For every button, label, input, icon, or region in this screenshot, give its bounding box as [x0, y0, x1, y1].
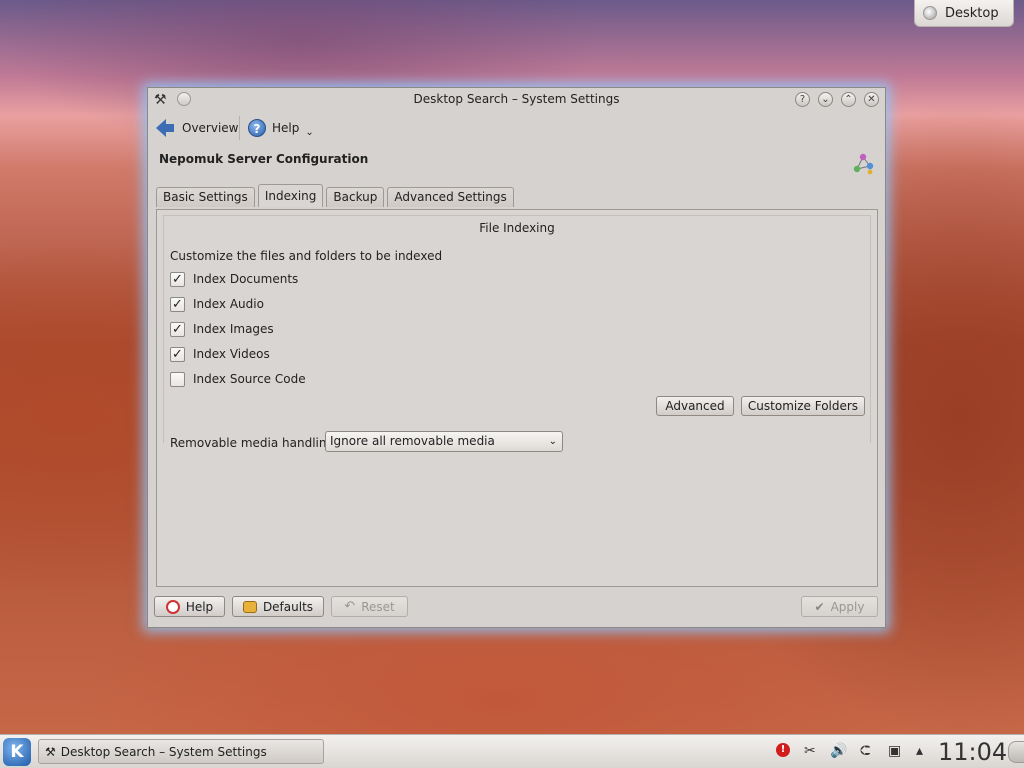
advanced-button[interactable]: Advanced [656, 396, 734, 416]
tray-expand-icon[interactable]: ▴ [916, 743, 923, 759]
index-documents-checkbox[interactable]: ✓ Index Documents [170, 270, 298, 288]
apply-button[interactable]: ✔ Apply [801, 596, 878, 617]
tab-basic-settings[interactable]: Basic Settings [156, 187, 255, 207]
network-icon[interactable]: ▣ [888, 743, 901, 759]
overview-button[interactable]: Overview [156, 116, 239, 140]
chevron-down-icon: ⌄ [548, 436, 557, 447]
chevron-down-icon: ⌄ [305, 126, 314, 138]
plasma-icon [923, 6, 937, 20]
removable-media-value: Ignore all removable media [330, 434, 495, 448]
minimize-button[interactable]: ⌄ [818, 92, 833, 107]
checkbox-box[interactable]: ✓ [170, 271, 185, 287]
tab-backup[interactable]: Backup [326, 187, 385, 207]
page-title: Nepomuk Server Configuration [159, 152, 369, 166]
indexing-panel: File Indexing Customize the files and fo… [156, 209, 878, 587]
checkbox-label: Index Videos [193, 347, 270, 361]
panel-cashew[interactable] [1008, 741, 1024, 763]
clipboard-icon[interactable]: ✂ [804, 743, 816, 759]
dialog-button-bar: Help Defaults ↶ Reset ✔ Apply [154, 596, 879, 620]
removable-media-select[interactable]: Ignore all removable media ⌄ [325, 431, 563, 452]
tab-advanced-settings[interactable]: Advanced Settings [387, 187, 514, 207]
kde-menu-icon[interactable]: K [3, 738, 31, 766]
desktop-label: Desktop [945, 5, 999, 21]
customize-folders-button[interactable]: Customize Folders [741, 396, 865, 416]
tools-icon: ⚒ [45, 744, 56, 759]
checkbox-box[interactable]: ✓ [170, 346, 185, 362]
nepomuk-molecule-icon [853, 153, 874, 175]
checkbox-label: Index Source Code [193, 372, 306, 386]
task-system-settings[interactable]: ⚒ Desktop Search – System Settings [38, 739, 324, 764]
checkbox-label: Index Documents [193, 272, 299, 286]
help-menu-button[interactable]: ? Help ⌄ [248, 116, 314, 140]
taskbar: K ⚒ Desktop Search – System Settings ! ✂… [0, 734, 1024, 768]
index-audio-checkbox[interactable]: ✓ Index Audio [170, 295, 264, 313]
defaults-icon [242, 600, 257, 613]
checkbox-box[interactable]: ✓ [170, 321, 185, 337]
system-settings-window: ⚒ Desktop Search – System Settings ? ⌄ ⌃… [147, 87, 886, 628]
toolbar-separator [239, 116, 240, 140]
whats-this-button[interactable]: ? [795, 92, 810, 107]
volume-icon[interactable]: 🔊 [830, 743, 847, 759]
maximize-button[interactable]: ⌃ [841, 92, 856, 107]
help-button-label: Help [185, 599, 214, 614]
checkbox-box[interactable] [170, 371, 185, 387]
close-button[interactable]: ✕ [864, 92, 879, 107]
tab-bar: Basic Settings Indexing Backup Advanced … [156, 184, 517, 209]
reset-button[interactable]: ↶ Reset [331, 596, 408, 617]
checkbox-label: Index Images [193, 322, 274, 336]
index-source-code-checkbox[interactable]: Index Source Code [170, 370, 306, 388]
toolbar: Overview ? Help ⌄ [148, 112, 885, 142]
help-button[interactable]: Help [154, 596, 225, 617]
desktop-cashew[interactable]: Desktop [914, 0, 1014, 27]
defaults-button-label: Defaults [262, 599, 314, 614]
group-title: File Indexing [479, 221, 555, 235]
tab-indexing[interactable]: Indexing [257, 184, 324, 207]
removable-media-label: Removable media handling: [170, 436, 339, 450]
device-notifier-icon[interactable]: ⮈ [860, 743, 871, 759]
help-icon: ? [248, 119, 266, 137]
back-arrow-icon [156, 119, 174, 137]
help-label: Help [272, 121, 300, 135]
index-images-checkbox[interactable]: ✓ Index Images [170, 320, 274, 338]
index-videos-checkbox[interactable]: ✓ Index Videos [170, 345, 270, 363]
notification-alert-icon[interactable]: ! [776, 743, 790, 757]
reset-button-label: Reset [361, 599, 395, 614]
window-title: Desktop Search – System Settings [413, 92, 620, 106]
lifebuoy-icon [165, 599, 180, 614]
checkbox-box[interactable]: ✓ [170, 296, 185, 312]
task-label: Desktop Search – System Settings [60, 744, 267, 759]
undo-icon: ↶ [344, 599, 356, 614]
apply-button-label: Apply [830, 599, 865, 614]
file-indexing-group: File Indexing Customize the files and fo… [163, 215, 871, 452]
checkmark-icon: ✔ [814, 599, 825, 614]
title-bar[interactable]: ⚒ Desktop Search – System Settings ? ⌄ ⌃… [148, 88, 885, 112]
indexing-description: Customize the files and folders to be in… [170, 249, 443, 263]
clock[interactable]: 11:04 [938, 738, 1007, 766]
defaults-button[interactable]: Defaults [232, 596, 324, 617]
overview-label: Overview [182, 121, 239, 135]
checkbox-label: Index Audio [193, 297, 264, 311]
